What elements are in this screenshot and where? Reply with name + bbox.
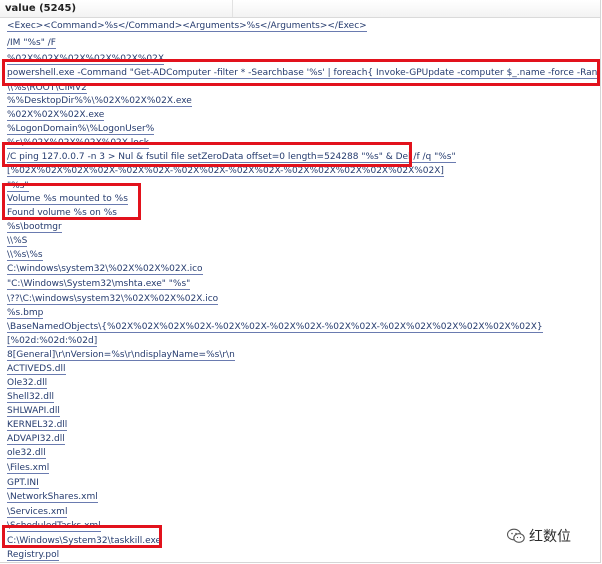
list-item[interactable]: Registry.pol — [0, 548, 600, 562]
list-item-text: Ole32.dll — [7, 378, 48, 389]
list-item-text: %s\%02X%02X%02X%02X.lock — [7, 138, 149, 149]
list-item[interactable]: [%02X%02X%02X%02X-%02X%02X-%02X%02X-%02X… — [0, 164, 600, 179]
list-item[interactable]: \Services.xml — [0, 505, 600, 520]
list-item[interactable]: ole32.dll — [0, 446, 600, 461]
list-item-text: \\%s\%s — [7, 250, 43, 261]
list-item[interactable]: "C:\Windows\System32\mshta.exe" "%s" — [0, 277, 600, 292]
list-item-text: Shell32.dll — [7, 392, 54, 403]
list-item-text: \NetworkShares.xml — [7, 492, 98, 503]
list-item[interactable]: [%02d:%02d:%02d] — [0, 334, 600, 349]
list-item-text: \Files.xml — [7, 463, 50, 474]
list-item-text: /IM "%s" /F — [7, 38, 56, 49]
list-item[interactable]: %%DesktopDir%%\%02X%02X%02X.exe — [0, 94, 600, 109]
list-item[interactable]: \??\C:\windows\system32\%02X%02X%02X.ico — [0, 292, 600, 307]
list-item[interactable]: GPT.INI — [0, 476, 600, 491]
list-item[interactable]: %s.bmp — [0, 306, 600, 321]
list-item-text: SHLWAPI.dll — [7, 406, 60, 417]
list-item[interactable]: ACTIVEDS.dll — [0, 362, 600, 377]
column-title: value (5245) — [5, 3, 77, 14]
list-item[interactable]: \BaseNamedObjects\{%02X%02X%02X%02X-%02X… — [0, 320, 600, 335]
list-item-text: <Exec><Command>%s</Command><Arguments>%s… — [7, 21, 367, 32]
list-item-text: \BaseNamedObjects\{%02X%02X%02X%02X-%02X… — [7, 322, 543, 333]
list-item-text: 8[General]\r\nVersion=%s\r\ndisplayName=… — [7, 350, 235, 361]
strings-panel: value (5245) <Exec><Command>%s</Command>… — [0, 0, 601, 563]
list-item[interactable]: 8[General]\r\nVersion=%s\r\ndisplayName=… — [0, 348, 600, 363]
list-item[interactable]: /IM "%s" /F — [0, 36, 600, 51]
list-item[interactable]: Volume %s mounted to %s — [0, 192, 600, 207]
list-item[interactable]: <Exec><Command>%s</Command><Arguments>%s… — [0, 19, 600, 34]
list-item[interactable]: \\%s\%s — [0, 248, 600, 263]
list-item[interactable]: powershell.exe -Command "Get-ADComputer … — [0, 66, 600, 81]
list-item-text: \Services.xml — [7, 507, 68, 518]
list-item[interactable]: ADVAPI32.dll — [0, 432, 600, 447]
list-item-text: "C:\Windows\System32\mshta.exe" "%s" — [7, 279, 191, 290]
column-header-value[interactable]: value (5245) — [0, 0, 600, 18]
list-item-text: ACTIVEDS.dll — [7, 364, 66, 375]
list-item-text: %s\bootmgr — [7, 222, 62, 233]
list-item-text: Registry.pol — [7, 550, 60, 561]
list-item[interactable]: /C ping 127.0.0.7 -n 3 > Nul & fsutil fi… — [0, 150, 600, 165]
list-item-text: ole32.dll — [7, 448, 46, 459]
list-item-text: /C ping 127.0.0.7 -n 3 > Nul & fsutil fi… — [7, 152, 456, 163]
list-item-text: ADVAPI32.dll — [7, 434, 65, 445]
list-item-text: KERNEL32.dll — [7, 420, 68, 431]
list-item-text: C:\Windows\System32\taskkill.exe — [7, 536, 162, 547]
list-item-text: powershell.exe -Command "Get-ADComputer … — [7, 68, 600, 79]
list-item[interactable]: %s\%02X%02X%02X%02X.lock — [0, 136, 600, 151]
list-item-text: \??\C:\windows\system32\%02X%02X%02X.ico — [7, 294, 219, 305]
list-item[interactable]: %LogonDomain%\%LogonUser% — [0, 122, 600, 137]
list-item-text: [%02d:%02d:%02d] — [7, 336, 98, 347]
list-item[interactable]: \\%S — [0, 234, 600, 249]
column-divider[interactable] — [232, 0, 233, 17]
list-item[interactable]: Shell32.dll — [0, 390, 600, 405]
list-item-text: %02X%02X%02X.exe — [7, 110, 105, 121]
list-item-text: \\%s\ROOT\CIMV2 — [7, 83, 87, 94]
list-item-text: \\%S — [7, 236, 28, 247]
list-item[interactable]: SHLWAPI.dll — [0, 404, 600, 419]
list-item-text: %LogonDomain%\%LogonUser% — [7, 124, 155, 135]
watermark: 红数位 — [506, 526, 597, 546]
list-item-text: %%DesktopDir%%\%02X%02X%02X.exe — [7, 96, 192, 107]
list-item-text: Found volume %s on %s — [7, 208, 117, 219]
list-item[interactable]: Ole32.dll — [0, 376, 600, 391]
watermark-text: 红数位 — [529, 529, 571, 545]
list-item[interactable]: KERNEL32.dll — [0, 418, 600, 433]
list-item-text: %02X%02X%02X%02X%02X%02X — [7, 54, 165, 65]
list-item[interactable]: C:\windows\system32\%02X%02X%02X.ico — [0, 262, 600, 277]
wechat-icon — [506, 528, 525, 544]
list-item-text: GPT.INI — [7, 478, 39, 489]
list-item-text: [%02X%02X%02X%02X-%02X%02X-%02X%02X-%02X… — [7, 166, 444, 177]
list-item[interactable]: %s\bootmgr — [0, 220, 600, 235]
list-item-text: \ScheduledTasks.xml — [7, 521, 101, 532]
list-item-text: C:\windows\system32\%02X%02X%02X.ico — [7, 264, 203, 275]
list-item[interactable]: \Files.xml — [0, 461, 600, 476]
list-item-text: %s.bmp — [7, 308, 44, 319]
list-item[interactable]: Found volume %s on %s — [0, 206, 600, 221]
list-item[interactable]: %02X%02X%02X.exe — [0, 108, 600, 123]
list-item[interactable]: \NetworkShares.xml — [0, 490, 600, 505]
list-item-text: Volume %s mounted to %s — [7, 194, 128, 205]
list-item[interactable]: %02X%02X%02X%02X%02X%02X — [0, 52, 600, 67]
list-item-text: "%s" — [7, 181, 29, 192]
